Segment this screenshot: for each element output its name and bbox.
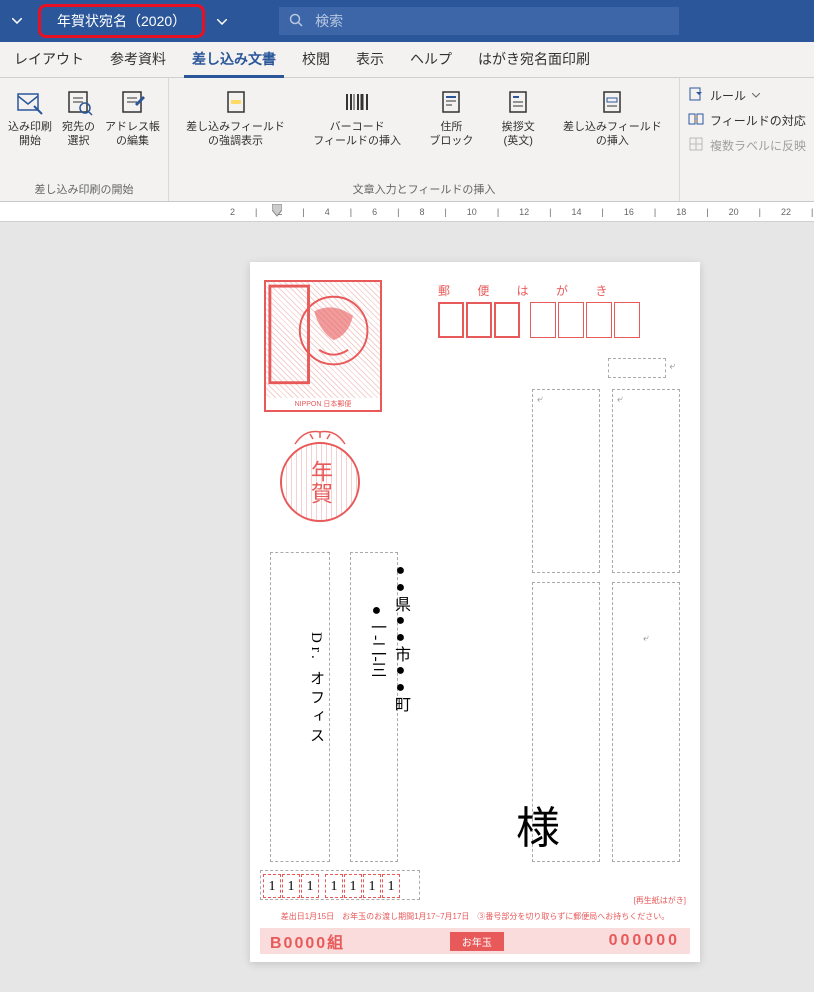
recycle-label: [再生紙はがき]: [634, 895, 686, 906]
postcard-page[interactable]: NIPPON 日本郵便 年賀 郵 便 は が き ⤶ ⤶ ⤶ ⤶: [250, 262, 700, 962]
address-block-button[interactable]: 住所 ブロック: [425, 84, 477, 179]
postal-box: [494, 302, 520, 338]
update-labels-icon: [688, 136, 704, 155]
ribbon-group-fields: 差し込みフィールド の強調表示 バーコード フィールドの挿入 住所 ブロック 挨…: [169, 78, 680, 201]
tab-help[interactable]: ヘルプ: [408, 41, 454, 77]
mail-merge-icon: [14, 86, 46, 118]
qat-dropdown-icon[interactable]: [8, 12, 26, 30]
otoshidama-label: お年玉: [450, 932, 504, 951]
tab-hagaki[interactable]: はがき宛名面印刷: [476, 41, 592, 77]
recipient-postal-boxes: [438, 302, 640, 338]
nengajo-seal: 年賀: [275, 432, 365, 532]
stamp-text: NIPPON 日本郵便: [266, 398, 380, 410]
text-frame[interactable]: ⤶: [608, 358, 666, 378]
search-icon: [289, 13, 303, 30]
highlight-icon: [220, 86, 252, 118]
postal-box: [438, 302, 464, 338]
ribbon-tabs: レイアウト 参考資料 差し込み文書 校閲 表示 ヘルプ はがき宛名面印刷: [0, 42, 814, 78]
edit-recipient-list-button[interactable]: アドレス帳 の編集: [101, 84, 164, 179]
insert-merge-field-button[interactable]: 差し込みフィールド の挿入: [559, 84, 666, 179]
sama-text[interactable]: 様: [516, 792, 560, 856]
barcode-button[interactable]: バーコード フィールドの挿入: [309, 84, 405, 179]
ribbon-side-group: ルール フィールドの対応 複数ラベルに反映: [680, 78, 814, 201]
address-block-icon: [435, 86, 467, 118]
tab-layout[interactable]: レイアウト: [12, 41, 86, 77]
lottery-band: B0000組 お年玉 000000: [260, 928, 690, 954]
ruler-indent-marker[interactable]: [272, 204, 282, 222]
hagaki-label: 郵 便 は が き: [438, 282, 619, 299]
seal-decoration-icon: [275, 424, 365, 449]
lottery-group: B0000組: [270, 929, 345, 953]
update-labels-button: 複数ラベルに反映: [688, 136, 806, 155]
text-frame-name1[interactable]: ⤶: [612, 582, 680, 862]
greeting-icon: [502, 86, 534, 118]
highlight-fields-button[interactable]: 差し込みフィールド の強調表示: [182, 84, 289, 179]
postal-box: [586, 302, 612, 338]
sender-postal-boxes[interactable]: 1 1 1 1 1 1 1: [263, 874, 400, 898]
search-placeholder: 検索: [315, 11, 343, 31]
ribbon: 込み印刷 開始 宛先の 選択 アドレス帳 の編集 差し込み印刷の開始 差し込みフ…: [0, 78, 814, 202]
footer-notice: 差出日1月15日 お年玉のお渡し期間1月17~7月17日 ③番号部分を切り取らず…: [260, 911, 690, 922]
titlebar: 年賀状宛名（2020） 検索: [0, 0, 814, 42]
tab-mailings[interactable]: 差し込み文書: [190, 41, 278, 77]
start-mail-merge-button[interactable]: 込み印刷 開始: [4, 84, 56, 179]
stamp-area: NIPPON 日本郵便: [264, 280, 382, 412]
ribbon-group-start: 込み印刷 開始 宛先の 選択 アドレス帳 の編集 差し込み印刷の開始: [0, 78, 169, 201]
match-fields-button[interactable]: フィールドの対応: [688, 111, 806, 130]
select-recipients-button[interactable]: 宛先の 選択: [58, 84, 99, 179]
stamp-illustration-icon: [266, 282, 380, 410]
insert-field-icon: [596, 86, 628, 118]
document-area[interactable]: NIPPON 日本郵便 年賀 郵 便 は が き ⤶ ⤶ ⤶ ⤶: [0, 222, 814, 962]
sender-name-text[interactable]: Dr. オフィス: [306, 632, 327, 822]
horizontal-ruler[interactable]: 2 | 2 | 4 | 6 | 8 | 10 | 12 | 14 | 16 | …: [0, 202, 814, 222]
edit-list-icon: [117, 86, 149, 118]
text-frame-address1[interactable]: ⤶: [612, 389, 680, 573]
search-box[interactable]: 検索: [279, 7, 679, 35]
group-label-fields: 文章入力とフィールドの挿入: [173, 179, 675, 199]
lottery-number: 000000: [609, 932, 680, 950]
tab-view[interactable]: 表示: [354, 41, 386, 77]
rules-icon: [688, 86, 704, 105]
chevron-down-icon: [752, 93, 760, 98]
postal-box: [614, 302, 640, 338]
rules-button[interactable]: ルール: [688, 86, 806, 105]
postal-box: [466, 302, 492, 338]
recipients-icon: [63, 86, 95, 118]
title-dropdown-icon[interactable]: [217, 12, 227, 30]
postal-box: [530, 302, 556, 338]
tab-review[interactable]: 校閲: [300, 41, 332, 77]
match-fields-icon: [688, 111, 704, 130]
barcode-icon: [341, 86, 373, 118]
document-title: 年賀状宛名（2020）: [38, 4, 205, 38]
postal-box: [558, 302, 584, 338]
sender-address-text[interactable]: ●●県●●市●●町 ●一-二-三: [364, 562, 412, 762]
tab-references[interactable]: 参考資料: [108, 41, 168, 77]
text-frame-address2[interactable]: ⤶: [532, 389, 600, 573]
group-label-start: 差し込み印刷の開始: [4, 179, 164, 199]
greeting-line-button[interactable]: 挨拶文 (英文): [498, 84, 539, 179]
